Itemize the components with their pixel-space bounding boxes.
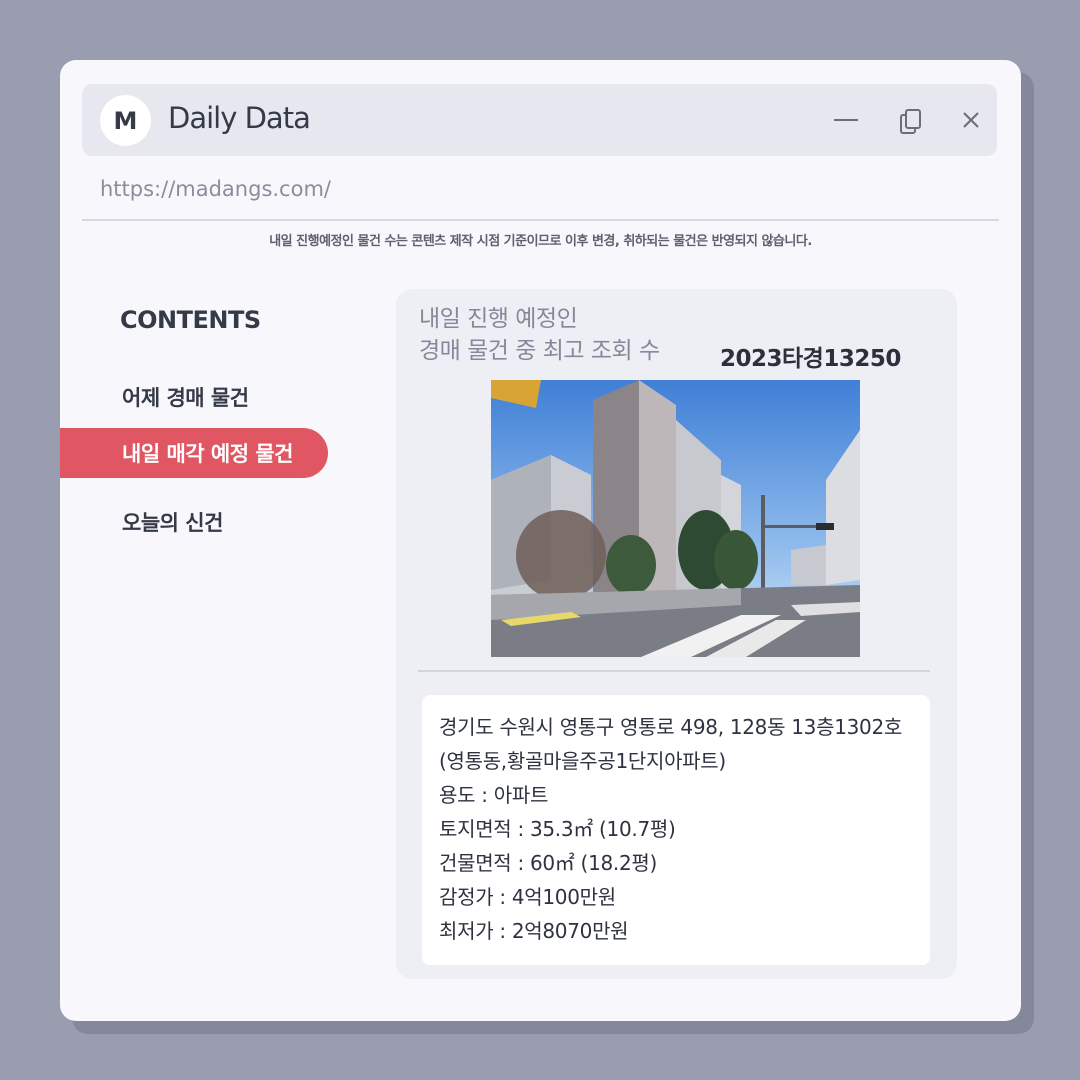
detail-appraisal-price: 감정가 : 4억100만원 (439, 885, 616, 909)
close-button[interactable] (955, 104, 987, 136)
property-card: 내일 진행 예정인 경매 물건 중 최고 조회 수 2023타경13250 경기… (396, 289, 957, 979)
card-heading-line1: 내일 진행 예정인 (419, 306, 578, 332)
copy-button[interactable] (895, 104, 927, 136)
case-number: 2023타경13250 (720, 346, 901, 372)
notice-text: 내일 진행예정인 물건 수는 콘텐츠 제작 시점 기준이므로 이후 변경, 취하… (269, 234, 812, 249)
app-title: Daily Data (168, 101, 311, 135)
sidebar-item-label: 내일 매각 예정 물건 (122, 442, 294, 466)
address-bar-divider (82, 219, 999, 221)
detail-building-area: 건물면적 : 60㎡ (18.2평) (439, 851, 657, 875)
property-photo (491, 380, 860, 657)
sidebar-item-yesterday-auctions[interactable]: 어제 경매 물건 (122, 382, 249, 412)
detail-usage: 용도 : 아파트 (439, 783, 549, 807)
detail-address-building: (영통동,황골마을주공1단지아파트) (439, 749, 726, 773)
close-icon (963, 112, 979, 128)
minimize-icon (834, 119, 858, 121)
title-bar: M Daily Data (82, 84, 997, 156)
minimize-button[interactable] (830, 104, 862, 136)
detail-land-area: 토지면적 : 35.3㎡ (10.7평) (439, 817, 676, 841)
address-bar-url[interactable]: https://madangs.com/ (100, 177, 331, 201)
detail-address: 경기도 수원시 영통구 영통로 498, 128동 13층1302호 (439, 715, 902, 739)
app-logo: M (100, 95, 151, 146)
sidebar-item-today-new[interactable]: 오늘의 신건 (122, 507, 223, 537)
app-window: M Daily Data https://madangs.com/ 내일 진행예… (60, 60, 1021, 1021)
sidebar-item-tomorrow-sales[interactable]: 내일 매각 예정 물건 (60, 428, 328, 478)
card-heading: 내일 진행 예정인 경매 물건 중 최고 조회 수 (419, 303, 660, 367)
copy-icon (900, 109, 921, 134)
card-heading-line2: 경매 물건 중 최고 조회 수 (419, 338, 660, 364)
card-divider (418, 670, 930, 672)
sidebar-title: CONTENTS (120, 306, 261, 334)
detail-minimum-price: 최저가 : 2억8070만원 (439, 919, 629, 943)
property-details: 경기도 수원시 영통구 영통로 498, 128동 13층1302호 (영통동,… (422, 695, 930, 965)
